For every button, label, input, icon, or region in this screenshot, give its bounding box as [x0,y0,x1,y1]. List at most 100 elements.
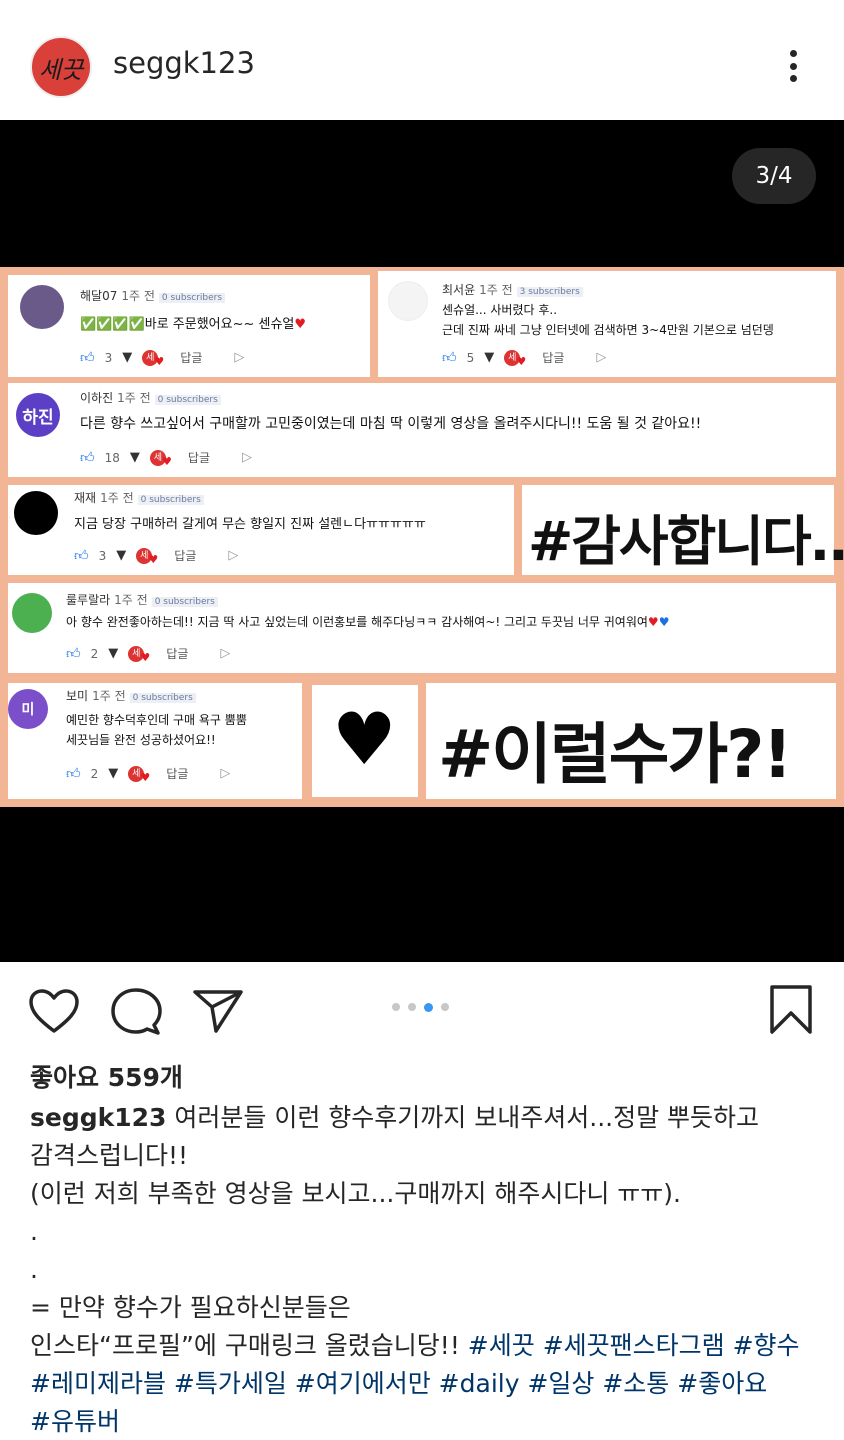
carousel-dot [392,1003,400,1011]
caption-line: (이런 저희 부족한 영상을 보시고...구매까지 해주시다니 ㅠㅠ). [30,1179,681,1208]
share-icon[interactable]: ▷ [220,646,230,661]
reply-button[interactable]: 답글 [166,645,188,662]
more-options-icon[interactable] [778,44,808,88]
share-icon[interactable]: ▷ [234,350,244,365]
hashtag-thanks-text: #감사합니다.. [528,510,844,573]
comment-time: 1주 전 [92,689,126,703]
hashtag-card: #이럴수가?! [426,683,836,799]
caption-line: 감격스럽니다!! [30,1141,189,1170]
thumbs-down-icon[interactable]: ▼ [116,548,126,563]
subscriber-badge: 0 subscribers [151,597,218,607]
share-icon[interactable]: ▷ [596,350,606,365]
comment-text-line2: 근데 진짜 싸네 그냥 인터넷에 검색하면 3~4만원 기본으로 넘던뎅 [442,323,774,337]
caption-line: . [30,1217,38,1246]
comment-actions: 👍︎ 3 ▼ 세 답글 ▷ [80,349,244,370]
like-count: 3 [98,548,107,563]
comment-card: 해달07 1주 전0 subscribers ✅✅✅✅바로 주문했어요~~ 센슈얼… [8,275,370,377]
like-count: 3 [104,350,113,365]
thumbs-down-icon[interactable]: ▼ [108,646,118,661]
comment-card: 최서윤 1주 전3 subscribers 센슈얼... 사버렸다 후.. 근데 … [378,271,836,377]
share-icon[interactable]: ▷ [228,548,238,563]
reply-button[interactable]: 답글 [174,547,196,564]
comment-time: 1주 전 [121,289,155,303]
caption-line: . [30,1255,38,1284]
hashtag-links[interactable]: #레미제라블 #특가세일 #여기에서만 #daily #일상 #소통 #좋아요 [30,1365,820,1403]
comment-actions: 👍︎ 5 ▼ 세 답글 ▷ [442,349,606,370]
comment-text: 센슈얼... 사버렸다 후.. [442,303,558,317]
thumbs-up-icon[interactable]: 👍︎ [442,349,457,366]
comment-collage-image: 해달07 1주 전0 subscribers ✅✅✅✅바로 주문했어요~~ 센슈얼… [0,267,844,807]
heart-outline-icon[interactable] [28,988,80,1034]
creator-heart-icon: 세 [128,765,150,786]
comment-text: 다른 향수 쓰고싶어서 구매할까 고민중이였는데 마침 딱 이렇게 영상을 올려… [80,416,702,432]
commenter-name: 이하진 [80,391,114,405]
thumbs-down-icon[interactable]: ▼ [484,350,494,365]
comment-card: 하진 이하진 1주 전0 subscribers 다른 향수 쓰고싶어서 구매할까… [8,383,836,477]
commenter-name: 보미 [66,689,89,703]
thumbs-up-icon[interactable]: 👍︎ [66,765,81,782]
comment-time: 1주 전 [100,491,134,505]
heart-icon: ♥ [332,697,397,781]
share-icon[interactable]: ▷ [220,766,230,781]
like-count: 2 [90,766,99,781]
commenter-avatar: 미 [8,689,48,729]
thumbs-down-icon[interactable]: ▼ [130,450,140,465]
bookmark-icon[interactable] [768,984,814,1036]
comment-actions: 👍︎ 2 ▼ 세 답글 ▷ [66,765,230,786]
share-icon[interactable]: ▷ [242,450,252,465]
hashtag-links[interactable]: #유튜버 [30,1403,820,1440]
commenter-name: 룰루랄라 [66,593,111,607]
paper-plane-icon[interactable] [192,988,244,1034]
commenter-avatar [14,491,58,535]
reply-button[interactable]: 답글 [542,349,564,366]
reply-button[interactable]: 답글 [166,765,188,782]
comment-actions: 👍︎ 3 ▼ 세 답글 ▷ [74,547,238,568]
thumbs-up-icon[interactable]: 👍︎ [66,645,81,662]
reply-button[interactable]: 답글 [180,349,202,366]
like-count: 5 [466,350,475,365]
caption-username[interactable]: seggk123 [30,1103,166,1132]
commenter-name: 해달07 [80,289,118,303]
comment-text: 지금 당장 구매하러 갈게여 무슨 향일지 진짜 설렌ㄴ다ㅠㅠㅠㅠㅠ [74,517,426,532]
commenter-avatar [12,593,52,633]
comment-bubble-icon[interactable] [110,987,162,1037]
comment-card: 미 보미 1주 전0 subscribers 예민한 향수덕후인데 구매 욕구 뿜… [8,683,302,799]
thumbs-down-icon[interactable]: ▼ [108,766,118,781]
hashtag-surprise-text: #이럴수가?! [438,716,793,793]
subscriber-badge: 3 subscribers [516,287,583,297]
commenter-avatar: 하진 [16,393,60,437]
comment-text-line2: 세끗님들 완전 성공하셨어요!! [66,733,216,747]
like-count-text[interactable]: 좋아요 559개 [30,1058,183,1094]
commenter-avatar [20,285,64,329]
comment-card: 재재 1주 전0 subscribers 지금 당장 구매하러 갈게여 무슨 향일… [8,485,514,575]
creator-heart-icon: 세 [504,349,526,370]
subscriber-badge: 0 subscribers [154,395,221,405]
carousel-counter: 3/4 [732,148,816,204]
comment-actions: 👍︎ 2 ▼ 세 답글 ▷ [66,645,230,666]
comment-text: ✅✅✅✅바로 주문했어요~~ 센슈얼♥ [80,317,307,332]
hashtag-links[interactable]: #세끗 #세끗팬스타그램 #향수 [468,1331,800,1360]
creator-heart-icon: 세 [142,349,164,370]
reply-button[interactable]: 답글 [188,449,210,466]
creator-heart-icon: 세 [128,645,150,666]
subscriber-badge: 0 subscribers [158,293,226,303]
username[interactable]: seggk123 [113,46,255,80]
subscriber-badge: 0 subscribers [129,693,196,703]
profile-avatar[interactable]: 세끗 [30,36,92,98]
comment-text: 아 향수 완전좋아하는데!! 지금 딱 사고 싶었는데 이런홍보를 해주다닝ㅋㅋ… [66,615,670,629]
thumbs-up-icon[interactable]: 👍︎ [80,449,95,466]
like-count: 18 [104,450,120,465]
subscriber-badge: 0 subscribers [137,495,204,505]
comment-time: 1주 전 [114,593,148,607]
commenter-name: 재재 [74,491,97,505]
thumbs-down-icon[interactable]: ▼ [122,350,132,365]
hashtag-card: #감사합니다.. [522,485,844,575]
thumbs-up-icon[interactable]: 👍︎ [80,349,95,366]
thumbs-up-icon[interactable]: 👍︎ [74,547,89,564]
like-count: 2 [90,646,99,661]
commenter-avatar [388,281,428,321]
post-caption: seggk123 여러분들 이런 향수후기까지 보내주셔서...정말 뿌듯하고 … [30,1099,820,1440]
carousel-dot [408,1003,416,1011]
caption-text: 여러분들 이런 향수후기까지 보내주셔서...정말 뿌듯하고 [166,1103,760,1132]
comment-card: 룰루랄라 1주 전0 subscribers 아 향수 완전좋아하는데!! 지금 … [8,583,836,673]
